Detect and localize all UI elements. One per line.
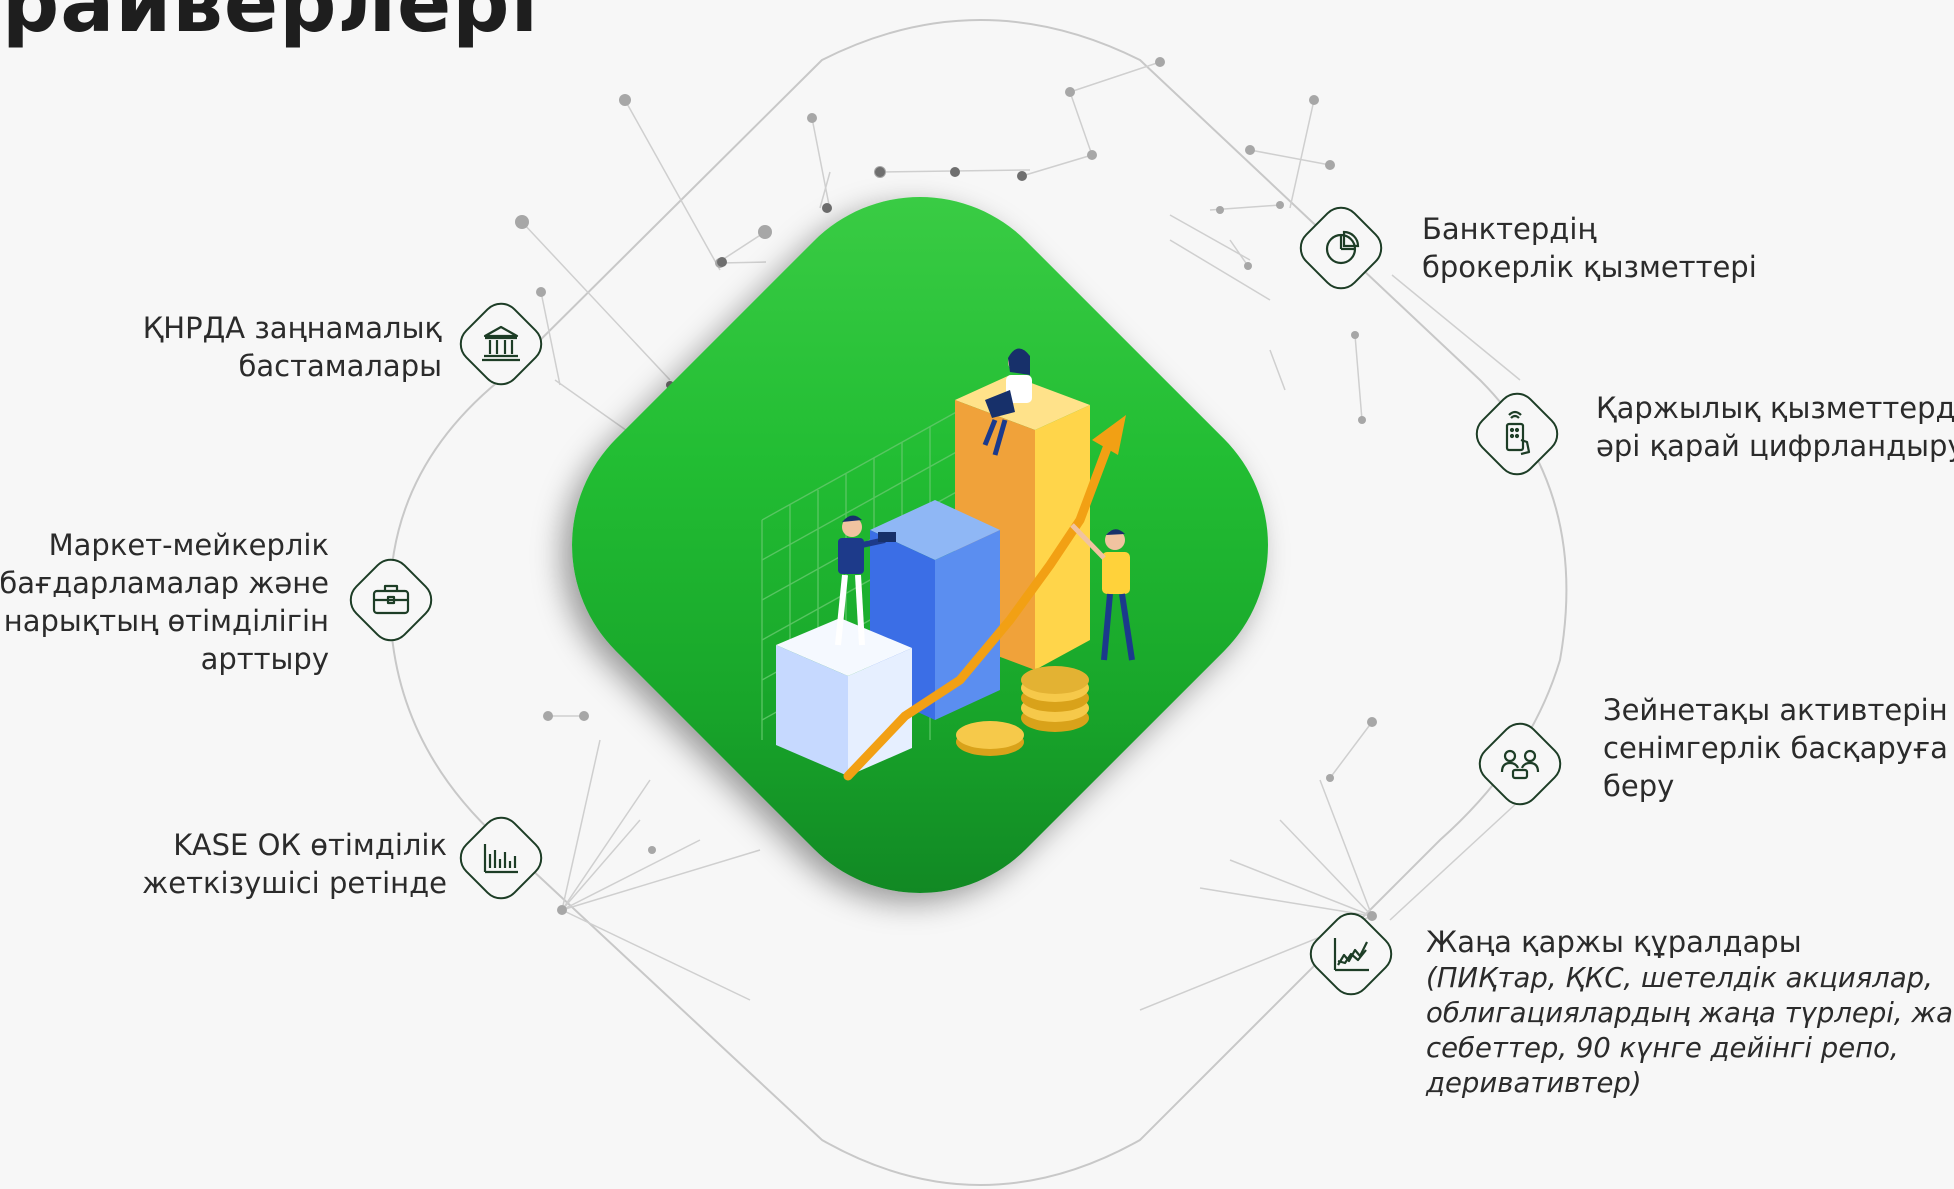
instruments-detail-line: деривативтер) [1426,1067,1642,1099]
label-line: брокерлік қызметтері [1422,250,1757,284]
pension-label: Зейнетақы активтерін сенімгерлік басқару… [1603,691,1948,805]
label-line: Банктердің [1422,212,1597,246]
kase-label: KASE ОК өтімділік жеткізушісі ретінде [142,826,447,902]
bank-building-icon [482,325,520,362]
instruments-detail-line: облигациялардың жаңа түрлері, жаңа [1426,997,1954,1029]
banks-label: Банктердің брокерлік қызметтері [1422,210,1757,286]
label-line: әрі қарай цифрландыру [1596,429,1954,463]
pie-chart-icon [1325,230,1360,265]
market-making-label: Маркет-мейкерлік бағдарламалар және нары… [0,526,329,678]
label-line: KASE ОК өтімділік [173,828,447,862]
instruments-heading: Жаңа қаржы құралдары [1426,925,1802,959]
label-line: арттыру [200,642,329,676]
label-line: сенімгерлік басқаруға [1603,731,1948,765]
bar-chart-icon [483,844,518,874]
label-line: Зейнетақы активтерін [1603,693,1948,727]
instruments-label: Жаңа қаржы құралдары (ПИҚтар, ҚКС, шетел… [1426,923,1954,1101]
page-title: райверлері [2,0,539,50]
label-line: бағдарламалар және [0,566,329,600]
line-chart-icon [1333,938,1369,972]
people-handshake-icon [1500,749,1540,780]
smartphone-hand-icon [1505,410,1531,456]
label-line: ҚНРДА заңнамалық [142,311,442,345]
label-line: бастамалары [238,349,442,383]
label-line: Қаржылық қызметтерді [1596,391,1954,425]
knrda-label: ҚНРДА заңнамалық бастамалары [143,309,442,385]
label-line: нарықтың өтімділігін [3,604,329,638]
label-line: жеткізушісі ретінде [142,866,447,900]
instruments-detail-line: (ПИҚтар, ҚКС, шетелдік акциялар, [1426,962,1933,994]
label-line: Маркет-мейкерлік [48,528,329,562]
instruments-detail-line: себеттер, 90 күнге дейінгі репо, [1426,1032,1899,1064]
digital-label: Қаржылық қызметтерді әрі қарай цифрланды… [1596,389,1954,465]
label-line: беру [1603,769,1675,803]
briefcase-icon [372,584,410,615]
